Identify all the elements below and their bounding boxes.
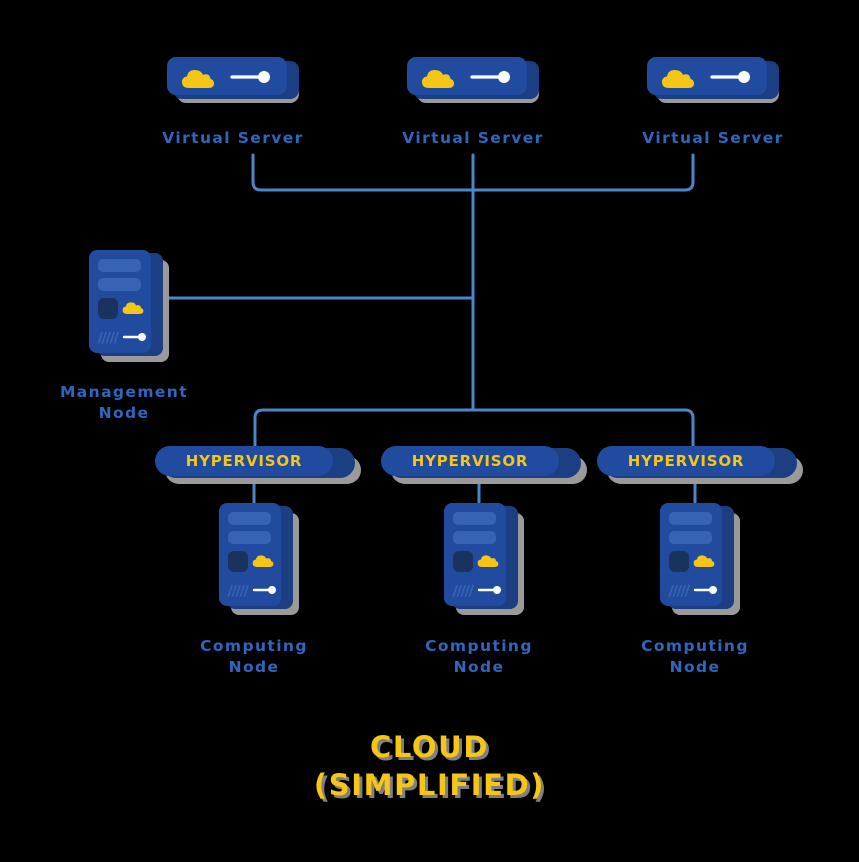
cloud-icon: [477, 555, 499, 567]
drive-bay-bar: [98, 278, 141, 291]
power-panel: [98, 298, 118, 319]
link-node-icon: [710, 71, 750, 83]
cloud-icon: [693, 555, 715, 567]
computing-node-1[interactable]: [219, 503, 305, 615]
management-node[interactable]: [89, 250, 175, 362]
drive-bay-bar: [453, 531, 496, 544]
virtual-server-3-label: Virtual Server: [642, 129, 784, 147]
virtual-server-2-label: Virtual Server: [402, 129, 544, 147]
diagram-title: CLOUD (SIMPLIFIED): [313, 730, 546, 802]
pill-face: HYPERVISOR: [155, 446, 333, 476]
power-panel: [453, 551, 473, 572]
hypervisor-1[interactable]: HYPERVISOR: [155, 446, 361, 484]
hypervisor-3-label: HYPERVISOR: [627, 452, 745, 470]
cloud-icon: [422, 70, 454, 88]
link-node-icon: [252, 586, 276, 594]
pill-face: HYPERVISOR: [381, 446, 559, 476]
vent-hatch-icon: [97, 331, 119, 344]
link-node-icon: [477, 586, 501, 594]
computing-node-2[interactable]: [444, 503, 530, 615]
hypervisor-2[interactable]: HYPERVISOR: [381, 446, 587, 484]
cloud-icon: [122, 302, 144, 314]
diagram-canvas: Virtual Server Virtual Server Virtual Se…: [0, 0, 859, 862]
drive-bay-bar: [98, 259, 141, 272]
link-node-icon: [230, 71, 270, 83]
drive-bay-bar: [669, 531, 712, 544]
cloud-icon: [662, 70, 694, 88]
virtual-server-1-label: Virtual Server: [162, 129, 304, 147]
link-node-icon: [470, 71, 510, 83]
computing-node-1-label: Computing Node: [200, 637, 308, 676]
vent-hatch-icon: [227, 584, 249, 597]
computing-node-3[interactable]: [660, 503, 746, 615]
management-node-label: Management Node: [59, 383, 189, 422]
hypervisor-1-label: HYPERVISOR: [185, 452, 303, 470]
drive-bay-bar: [669, 512, 712, 525]
hypervisor-2-label: HYPERVISOR: [411, 452, 529, 470]
drive-bay-bar: [453, 512, 496, 525]
power-panel: [669, 551, 689, 572]
vent-hatch-icon: [452, 584, 474, 597]
cloud-icon: [182, 70, 214, 88]
wire-top-bracket: [251, 153, 695, 192]
computing-node-3-label: Computing Node: [641, 637, 749, 676]
virtual-server-2[interactable]: [407, 57, 539, 103]
link-node-icon: [693, 586, 717, 594]
vent-hatch-icon: [668, 584, 690, 597]
wire-bottom-bracket: [253, 408, 695, 449]
power-panel: [228, 551, 248, 572]
drive-bay-bar: [228, 531, 271, 544]
virtual-server-3[interactable]: [647, 57, 779, 103]
virtual-server-1[interactable]: [167, 57, 299, 103]
hypervisor-3[interactable]: HYPERVISOR: [597, 446, 803, 484]
link-node-icon: [122, 333, 146, 341]
drive-bay-bar: [228, 512, 271, 525]
computing-node-2-label: Computing Node: [425, 637, 533, 676]
pill-face: HYPERVISOR: [597, 446, 775, 476]
cloud-icon: [252, 555, 274, 567]
